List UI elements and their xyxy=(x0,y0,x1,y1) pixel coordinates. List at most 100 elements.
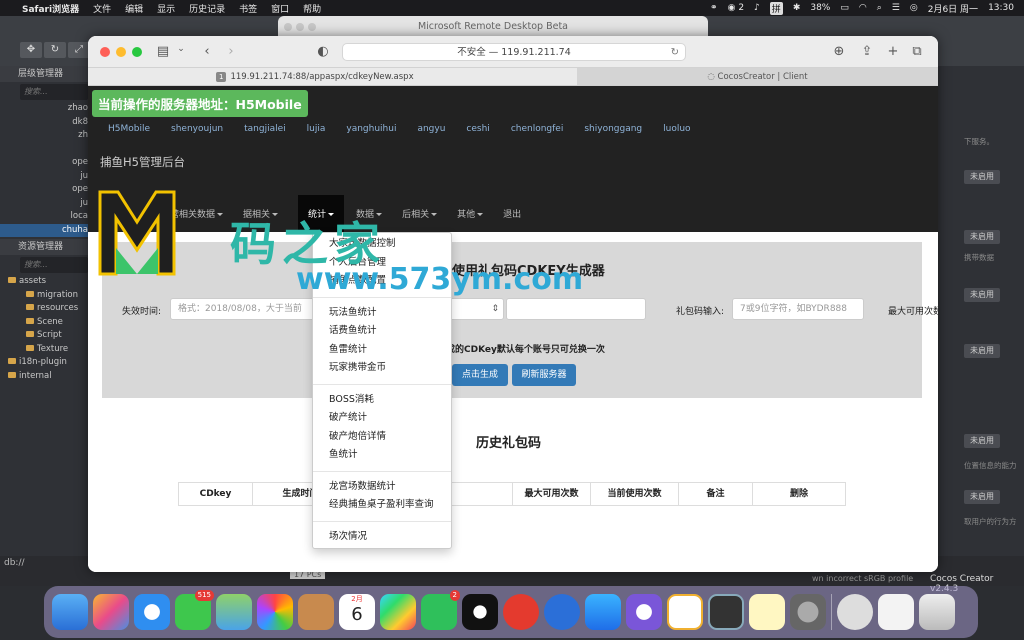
refresh-servers-button[interactable]: 刷新服务器 xyxy=(512,364,576,386)
dropdown-item[interactable]: BOSS消耗 xyxy=(313,391,451,410)
bell-icon[interactable]: ♪ xyxy=(754,3,760,13)
cloud-icon[interactable]: ⚭ xyxy=(710,3,718,13)
menu-view[interactable]: 显示 xyxy=(157,2,175,15)
status-badge[interactable]: 未启用 xyxy=(964,490,1000,504)
reload-icon[interactable]: ↻ xyxy=(671,44,679,61)
launchpad-icon[interactable] xyxy=(93,594,129,630)
dropdown-item[interactable]: 话费鱼统计 xyxy=(313,322,451,341)
menu-bookmarks[interactable]: 书签 xyxy=(239,2,257,15)
remote-desktop-titlebar[interactable]: Microsoft Remote Desktop Beta xyxy=(278,16,708,38)
contacts-icon[interactable] xyxy=(298,594,334,630)
server-link[interactable]: luoluo xyxy=(663,124,690,134)
hierarchy-node[interactable]: dk8 xyxy=(0,116,88,130)
battery-percent[interactable]: 38% xyxy=(810,3,830,13)
share-icon[interactable]: ⇪ xyxy=(858,44,876,59)
zoom-window-button[interactable] xyxy=(132,47,142,57)
move-tool-icon[interactable]: ✥ xyxy=(20,42,42,58)
tab-cdkey[interactable]: 1 119.91.211.74:88/appaspx/cdkeyNew.aspx xyxy=(88,68,577,85)
hierarchy-search[interactable]: 搜索... xyxy=(20,84,88,100)
dropdown-item[interactable]: 破产炮倍详情 xyxy=(313,428,451,447)
expire-input[interactable]: 格式：2018/08/08，大于当前 xyxy=(170,298,316,320)
server-link[interactable]: yanghuihui xyxy=(346,124,396,134)
tab-overview-icon[interactable]: ⧉ xyxy=(908,44,926,59)
server-link[interactable]: lujia xyxy=(307,124,326,134)
textedit-icon[interactable] xyxy=(878,594,914,630)
control-center-icon[interactable]: ☰ xyxy=(892,3,900,13)
server-link[interactable]: shenyoujun xyxy=(171,124,223,134)
hierarchy-node[interactable]: zhao xyxy=(0,102,88,116)
menu-other[interactable]: 其他 xyxy=(457,207,483,220)
status-badge[interactable]: 未启用 xyxy=(964,344,1000,358)
menu-history[interactable]: 历史记录 xyxy=(189,2,225,15)
search-icon[interactable]: ⌕ xyxy=(877,3,882,13)
close-window-button[interactable] xyxy=(100,47,110,57)
hierarchy-node[interactable]: ju xyxy=(0,197,88,211)
messages-icon[interactable]: 515 xyxy=(175,590,214,630)
menu-edit[interactable]: 编辑 xyxy=(125,2,143,15)
address-bar[interactable]: 不安全 — 119.91.211.74 ↻ xyxy=(342,43,686,61)
chevron-down-icon[interactable]: ⌄ xyxy=(172,44,190,54)
asset-folder[interactable]: internal xyxy=(0,370,90,384)
status-badge[interactable]: 未启用 xyxy=(964,434,1000,448)
play-store-icon[interactable] xyxy=(380,594,416,630)
cocos-icon[interactable] xyxy=(837,594,873,630)
menu-help[interactable]: 帮助 xyxy=(303,2,321,15)
asset-folder[interactable]: Texture xyxy=(0,343,90,357)
safari-icon[interactable] xyxy=(134,594,170,630)
status-badge[interactable]: 未启用 xyxy=(964,288,1000,302)
wifi-icon[interactable]: ◠ xyxy=(859,3,867,13)
asset-folder[interactable]: resources xyxy=(0,302,90,316)
dropdown-item[interactable]: 破产统计 xyxy=(313,409,451,428)
forward-icon[interactable]: › xyxy=(222,44,240,59)
notes-icon[interactable] xyxy=(749,594,785,630)
wechat-icon[interactable]: 2 xyxy=(421,590,460,630)
shield-icon[interactable]: ◐ xyxy=(314,44,332,59)
input-method[interactable]: 拼 xyxy=(769,1,783,15)
asset-folder[interactable]: i18n-plugin xyxy=(0,356,90,370)
hierarchy-node[interactable]: loca xyxy=(0,210,88,224)
asset-folder[interactable]: migration xyxy=(0,289,90,303)
gift-content-input[interactable] xyxy=(506,298,646,320)
dropdown-item[interactable]: 鱼统计 xyxy=(313,446,451,465)
minimize-window-button[interactable] xyxy=(116,47,126,57)
menu-app-name[interactable]: Safari浏览器 xyxy=(22,2,79,15)
brand-title[interactable]: 捕鱼H5管理后台 xyxy=(100,154,185,170)
generate-button[interactable]: 点击生成 xyxy=(452,364,508,386)
download-icon[interactable]: ⊕ xyxy=(830,44,848,59)
server-link[interactable]: ceshi xyxy=(466,124,489,134)
server-link[interactable]: shiyonggang xyxy=(584,124,642,134)
maps-icon[interactable] xyxy=(216,594,252,630)
hierarchy-node[interactable]: ope xyxy=(0,156,88,170)
dropdown-item[interactable]: 玩法鱼统计 xyxy=(313,304,451,323)
dropdown-item[interactable]: 玩家携带金币 xyxy=(313,359,451,378)
wechat-status-icon[interactable]: ◉ 2 xyxy=(728,3,744,13)
finder-icon[interactable] xyxy=(52,594,88,630)
asset-folder[interactable]: assets xyxy=(0,275,90,289)
remote-desktop-icon[interactable] xyxy=(544,594,580,630)
screen-sharing-icon[interactable] xyxy=(708,594,744,630)
trash-icon[interactable] xyxy=(919,594,955,630)
server-link[interactable]: angyu xyxy=(417,124,445,134)
back-icon[interactable]: ‹ xyxy=(198,44,216,59)
system-preferences-icon[interactable] xyxy=(790,594,826,630)
hierarchy-node[interactable]: ju xyxy=(0,170,88,184)
server-link[interactable]: chenlongfei xyxy=(511,124,564,134)
menubar-date[interactable]: 2月6日 周一 xyxy=(928,2,978,15)
asset-folder[interactable]: Scene xyxy=(0,316,90,330)
menu-settings[interactable]: 后相关 xyxy=(402,207,437,220)
asset-folder[interactable]: Script xyxy=(0,329,90,343)
bluetooth-icon[interactable]: ✱ xyxy=(793,3,801,13)
siri-icon[interactable]: ◎ xyxy=(910,3,918,13)
hierarchy-node[interactable]: ope xyxy=(0,183,88,197)
menu-window[interactable]: 窗口 xyxy=(271,2,289,15)
hierarchy-node[interactable]: chuha xyxy=(0,223,88,237)
scale-tool-icon[interactable]: ⤢ xyxy=(68,42,90,58)
server-link[interactable]: H5Mobile xyxy=(108,124,150,134)
netease-music-icon[interactable] xyxy=(503,594,539,630)
sidebar-icon[interactable]: ▤ xyxy=(154,44,172,59)
status-badge[interactable]: 未启用 xyxy=(964,230,1000,244)
photos-icon[interactable] xyxy=(257,594,293,630)
menu-logout[interactable]: 退出 xyxy=(503,207,521,220)
app-store-icon[interactable] xyxy=(585,594,621,630)
dropdown-item[interactable]: 场次情况 xyxy=(313,528,451,547)
